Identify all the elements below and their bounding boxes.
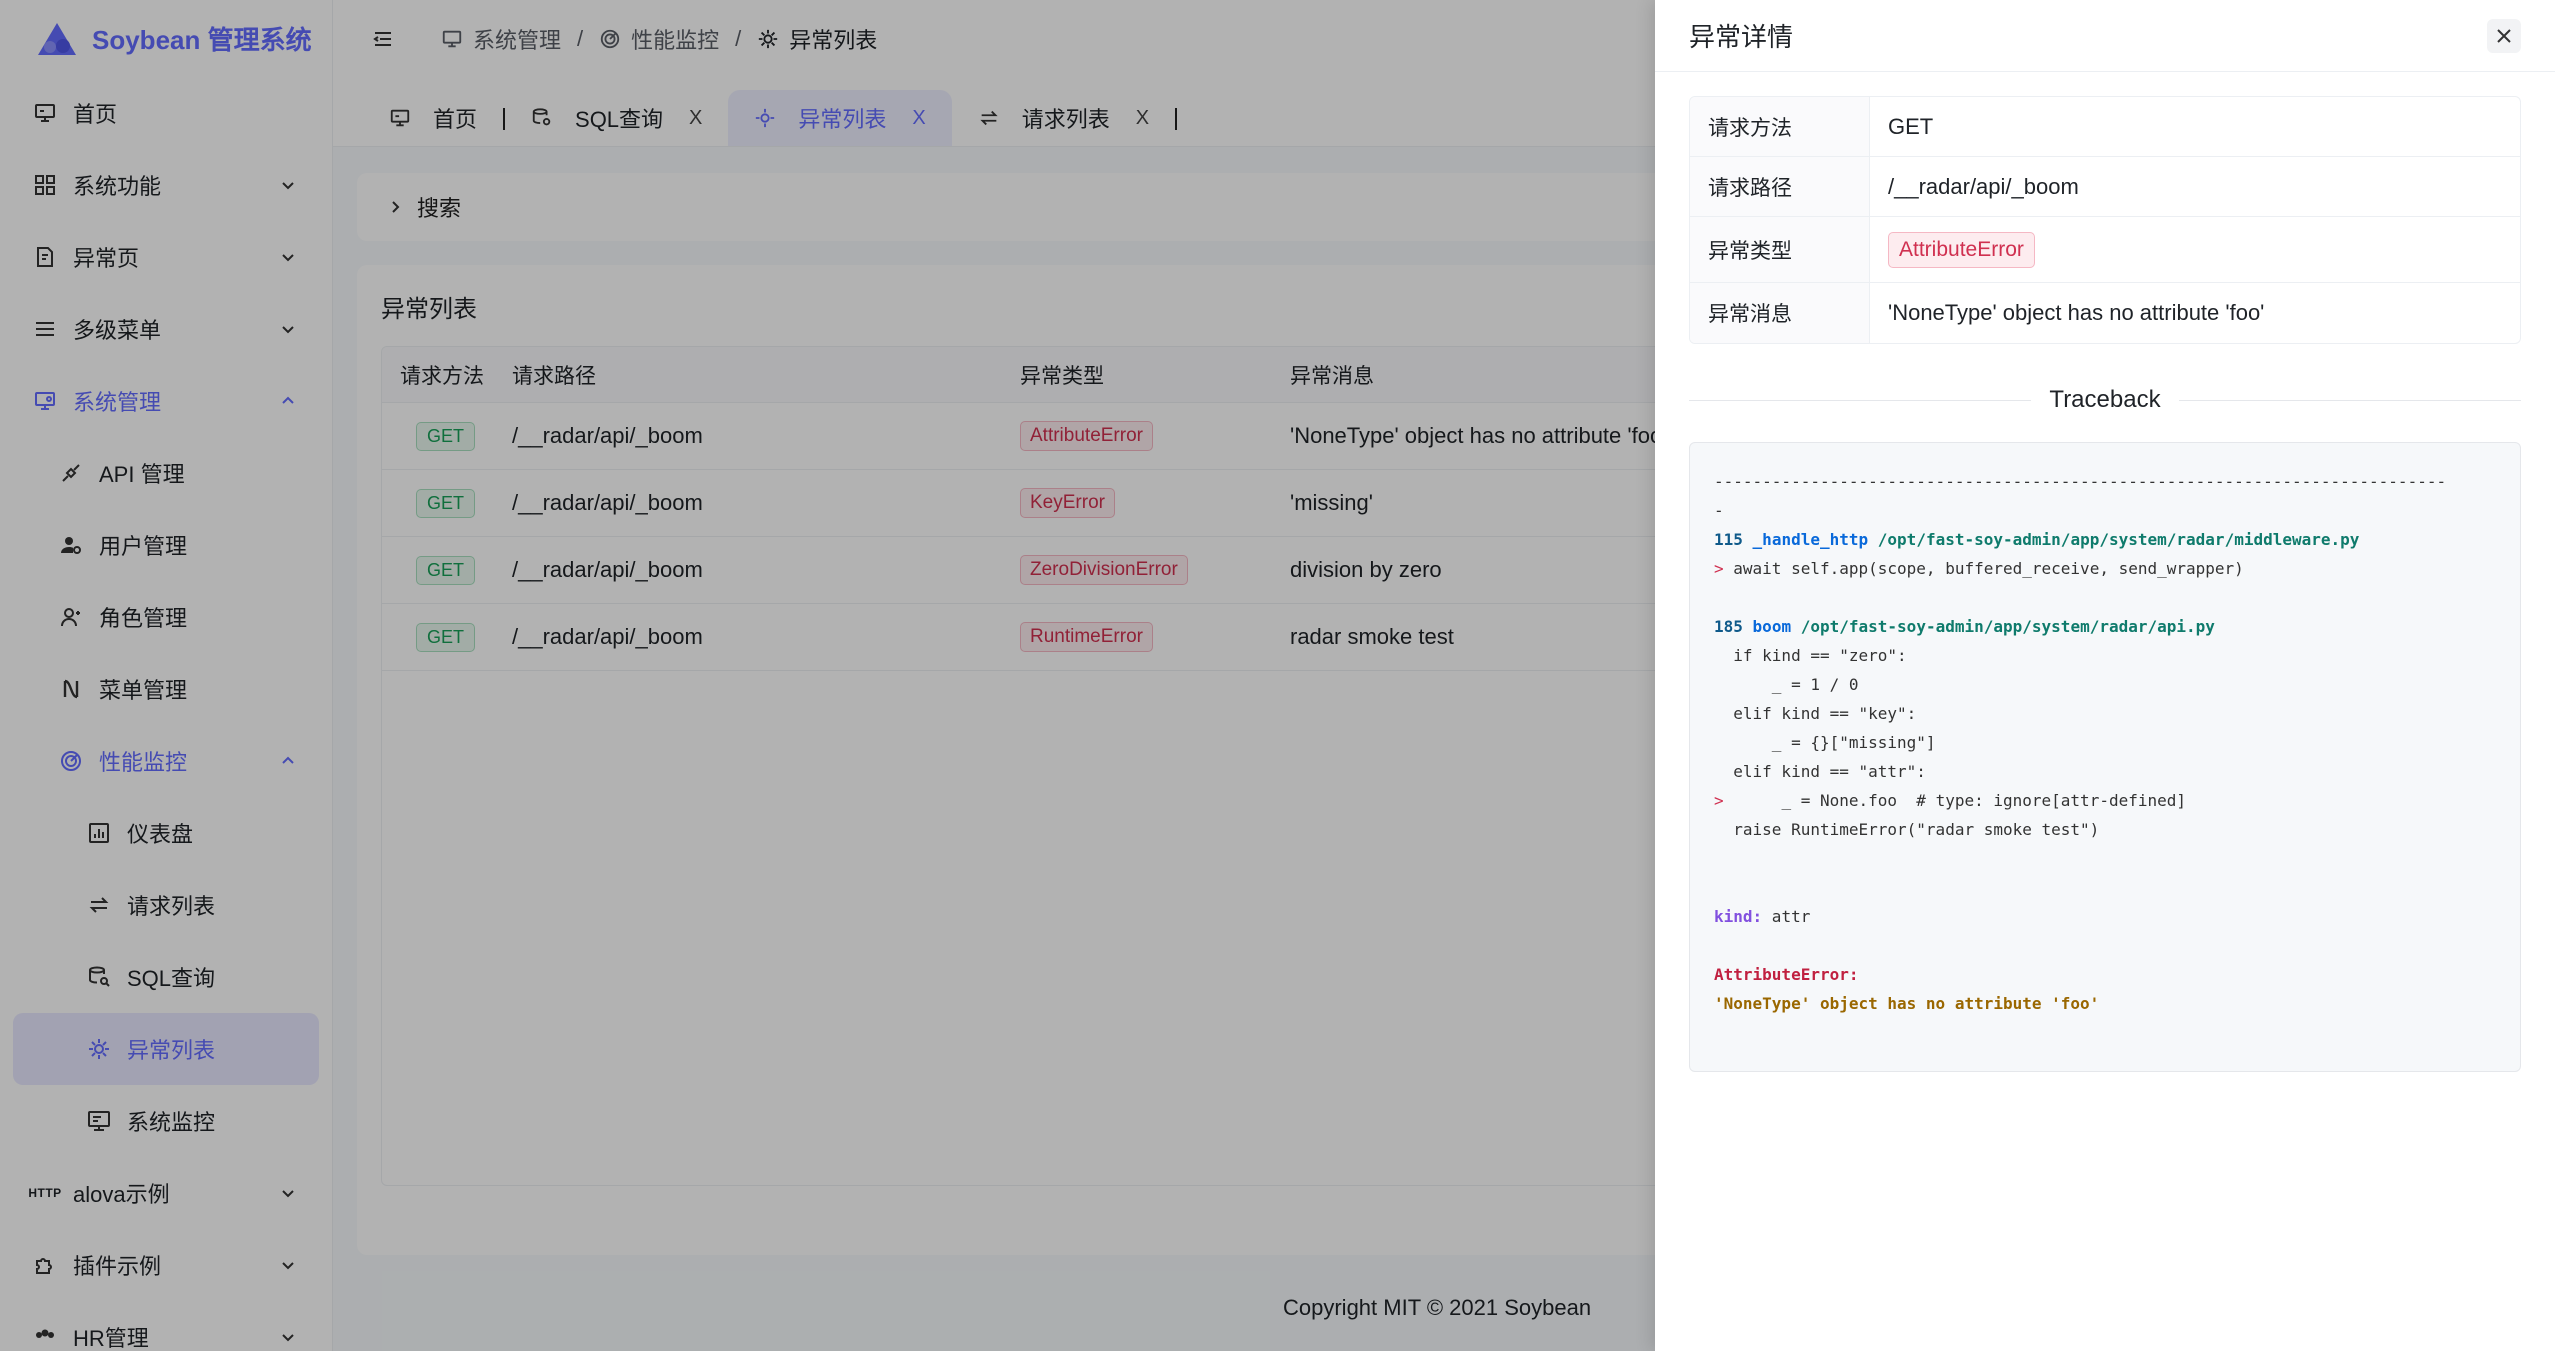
tb-code: if kind == "zero": <box>1714 646 1907 665</box>
exception-detail-drawer: 异常详情 请求方法 GET 请求路径 /__radar/api/_boom 异常… <box>1655 0 2555 1351</box>
tb-marker: > <box>1714 559 1724 578</box>
tb-error-type: AttributeError: <box>1714 965 1859 984</box>
detail-descriptions: 请求方法 GET 请求路径 /__radar/api/_boom 异常类型 At… <box>1689 96 2521 344</box>
tb-line-number: 115 <box>1714 530 1743 549</box>
detail-label: 异常类型 <box>1690 217 1870 282</box>
tb-function: _handle_http <box>1752 530 1869 549</box>
detail-label: 请求方法 <box>1690 97 1870 156</box>
drawer-body: 请求方法 GET 请求路径 /__radar/api/_boom 异常类型 At… <box>1655 72 2555 1096</box>
drawer-header: 异常详情 <box>1655 0 2555 72</box>
tb-path: /opt/fast-soy-admin/app/system/radar/api… <box>1800 617 2215 636</box>
drawer-title: 异常详情 <box>1689 22 1794 52</box>
detail-row: 异常类型 AttributeError <box>1690 217 2520 283</box>
detail-value: 'NoneType' object has no attribute 'foo' <box>1888 300 2265 325</box>
traceback-title: Traceback <box>2049 386 2161 413</box>
tb-code: _ = None.foo # type: ignore[attr-defined… <box>1723 791 2187 810</box>
tb-code: elif kind == "attr": <box>1714 762 1926 781</box>
traceback-divider: Traceback <box>1689 380 2521 420</box>
tb-marker: > <box>1714 791 1724 810</box>
detail-value: AttributeError <box>1870 217 2520 282</box>
tb-code: _ = {}["missing"] <box>1714 733 1936 752</box>
tb-error-message: 'NoneType' object has no attribute 'foo' <box>1714 994 2100 1013</box>
detail-row: 请求路径 /__radar/api/_boom <box>1690 157 2520 217</box>
close-drawer-button[interactable] <box>2487 18 2521 53</box>
tb-kind-label: kind: <box>1714 907 1763 926</box>
close-icon <box>2497 28 2511 43</box>
tb-line-number: 185 <box>1714 617 1743 636</box>
tb-code: await self.app(scope, buffered_receive, … <box>1723 559 2244 578</box>
detail-value: /__radar/api/_boom <box>1888 173 2079 199</box>
detail-label: 异常消息 <box>1690 283 1870 343</box>
tb-code: raise RuntimeError("radar smoke test") <box>1714 820 2100 839</box>
detail-row: 异常消息 'NoneType' object has no attribute … <box>1690 283 2520 343</box>
tb-code: _ = 1 / 0 <box>1714 675 1859 694</box>
tb-path: /opt/fast-soy-admin/app/system/radar/mid… <box>1877 530 2360 549</box>
tb-rule-tail: - <box>1714 501 1724 520</box>
tb-code: elif kind == "key": <box>1714 704 1917 723</box>
detail-row: 请求方法 GET <box>1690 97 2520 157</box>
tb-rule: ----------------------------------------… <box>1714 472 2447 491</box>
exception-type-tag: AttributeError <box>1888 231 2035 268</box>
tb-kind-value: attr <box>1762 907 1811 926</box>
detail-label: 请求路径 <box>1690 157 1870 216</box>
traceback-block: ----------------------------------------… <box>1689 442 2521 1072</box>
tb-function: boom <box>1752 617 1792 636</box>
detail-value: GET <box>1888 113 1934 139</box>
